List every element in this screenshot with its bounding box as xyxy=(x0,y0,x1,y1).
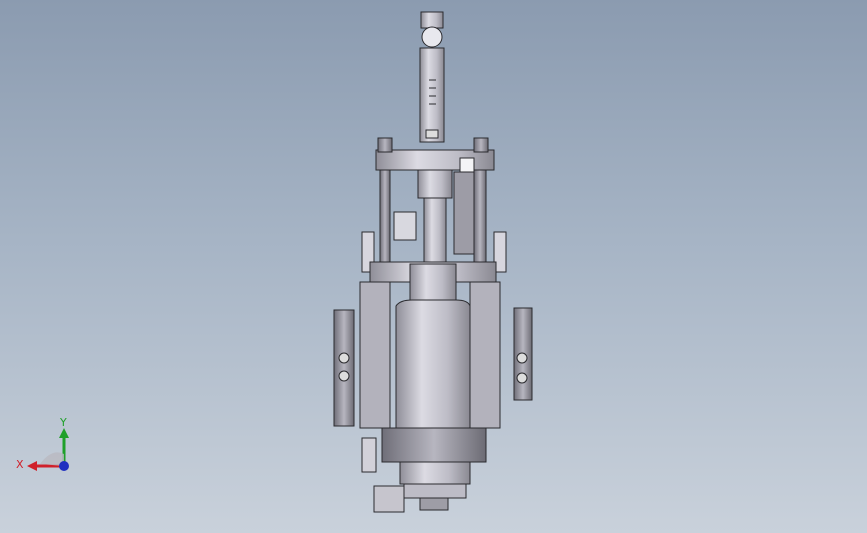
valve-assembly xyxy=(333,11,533,513)
side-actuator-left xyxy=(333,309,355,427)
z-axis-icon xyxy=(59,461,69,471)
guide-post-right xyxy=(473,169,487,263)
frame-right xyxy=(469,281,501,429)
bonnet-neck xyxy=(409,263,457,305)
main-cylinder xyxy=(395,299,471,431)
lower-flange xyxy=(399,461,471,485)
stem-rod xyxy=(419,47,445,143)
coupling xyxy=(417,169,453,199)
graphics-viewport[interactable]: Y X xyxy=(0,0,867,533)
cad-model[interactable] xyxy=(0,0,867,533)
top-clevis xyxy=(420,11,444,29)
frame-left xyxy=(359,281,391,429)
yoke-top-plate xyxy=(375,149,495,171)
coordinate-triad: Y X xyxy=(10,408,80,478)
lower-stem xyxy=(423,197,447,265)
triad-x-label: X xyxy=(16,458,24,471)
clevis-pin xyxy=(421,26,443,48)
indicator-block xyxy=(393,211,417,241)
triad-y-label: Y xyxy=(59,416,67,429)
lower-body xyxy=(381,427,487,463)
bottom-port xyxy=(419,497,449,511)
guide-post-left xyxy=(379,169,391,263)
